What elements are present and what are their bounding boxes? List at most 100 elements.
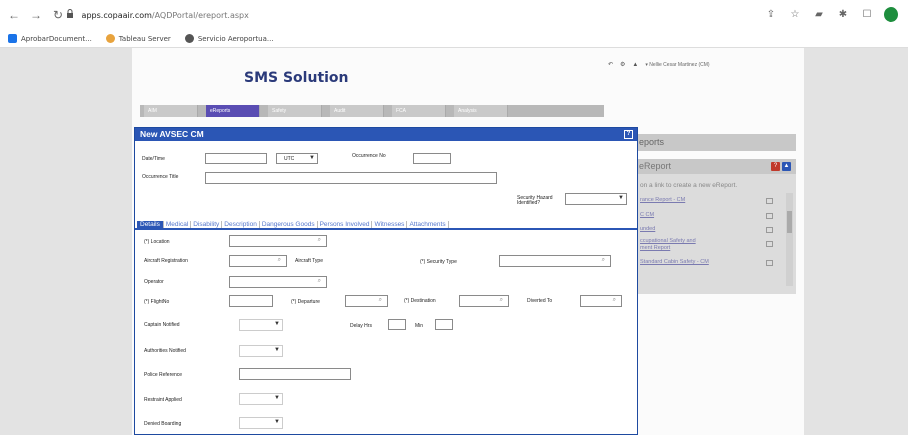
chevron-down-icon: ▼: [274, 419, 280, 425]
tab-ereports[interactable]: eReports: [206, 105, 260, 117]
report-link[interactable]: C CM: [640, 212, 654, 218]
chevron-down-icon: ▼: [274, 395, 280, 401]
undo-icon[interactable]: ↶: [608, 61, 613, 68]
tab-underline: [135, 228, 637, 230]
security-hazard-select[interactable]: ▼: [565, 193, 627, 205]
location-lookup[interactable]: ⌕: [229, 235, 327, 247]
bookmark-aprobar[interactable]: AprobarDocument...: [8, 34, 92, 43]
search-icon[interactable]: ⌕: [379, 297, 382, 304]
open-icon[interactable]: [766, 213, 773, 219]
open-icon[interactable]: [766, 241, 773, 247]
tab-attachments[interactable]: Attachments: [407, 221, 449, 228]
puzzle-icon[interactable]: ✱: [836, 9, 850, 20]
occurrence-title-input[interactable]: [205, 172, 497, 184]
report-link[interactable]: ccupational Safety and: [640, 238, 696, 244]
aircraft-registration-lookup[interactable]: ⌕: [229, 255, 287, 267]
bookmark-favicon-icon: [8, 34, 17, 43]
collapse-icon[interactable]: ▲: [782, 162, 791, 171]
police-reference-input[interactable]: [239, 368, 351, 380]
bell-icon[interactable]: ▲: [632, 62, 638, 68]
search-icon[interactable]: ⌕: [500, 297, 503, 304]
diverted-to-lookup[interactable]: ⌕: [580, 295, 622, 307]
address-bar[interactable]: apps.copaair.com/AQDPortal/ereport.aspx: [66, 9, 249, 20]
tab-medical[interactable]: Medical: [164, 221, 192, 228]
captain-notified-label: Captain Notified: [144, 322, 180, 328]
restraint-applied-select[interactable]: ▼: [239, 393, 283, 405]
departure-lookup[interactable]: ⌕: [345, 295, 388, 307]
security-type-lookup[interactable]: ⌕: [499, 255, 611, 267]
flight-no-input[interactable]: [229, 295, 273, 307]
occurrence-title-label: Occurrence Title: [142, 174, 179, 180]
user-tools: ↶ ⚙ ▲ ▾ Nellie Cesar Martinez (CM): [608, 61, 710, 69]
search-icon[interactable]: ⌕: [318, 237, 321, 244]
tab-safety[interactable]: Safety: [268, 105, 322, 117]
timezone-select[interactable]: UTC ▼: [276, 153, 318, 164]
reports-panel-header: eports: [633, 134, 796, 151]
user-name: Nellie Cesar Martinez (CM): [649, 61, 710, 68]
report-link[interactable]: unded: [640, 226, 655, 232]
scrollbar-thumb[interactable]: [787, 211, 792, 233]
captain-notified-select[interactable]: ▼: [239, 319, 283, 331]
reports-scrollbar[interactable]: [786, 193, 793, 286]
occurrence-no-input[interactable]: [413, 153, 451, 164]
bookmark-servicio[interactable]: Servicio Aeroportua...: [184, 34, 274, 43]
tableau-icon: [105, 34, 115, 43]
restraint-applied-label: Restraint Applied: [144, 397, 182, 403]
user-menu[interactable]: ▾ Nellie Cesar Martinez (CM): [645, 62, 709, 68]
timezone-value: UTC: [284, 156, 295, 162]
report-link[interactable]: ment Report: [640, 245, 670, 251]
tab-persons-involved[interactable]: Persons Involved: [318, 221, 373, 228]
share-icon[interactable]: ⇪: [764, 9, 778, 20]
delay-min-input[interactable]: [435, 319, 453, 330]
date-time-label: Date/Time: [142, 156, 165, 162]
report-link[interactable]: Standard Cabin Safety - CM: [640, 259, 709, 265]
ereport-list: [633, 174, 796, 294]
tab-analysis[interactable]: Analysis: [454, 105, 508, 117]
reload-icon[interactable]: ↻: [50, 7, 66, 23]
bookmarks-bar: AprobarDocument... Tableau Server Servic…: [0, 30, 908, 48]
report-link[interactable]: rance Report - CM: [640, 197, 685, 203]
delay-hrs-input[interactable]: [388, 319, 406, 330]
search-icon[interactable]: ⌕: [602, 257, 605, 264]
app-logo: SMS Solution: [244, 70, 349, 86]
tab-aim[interactable]: AIM: [144, 105, 198, 117]
tab-fca[interactable]: FCA: [392, 105, 446, 117]
operator-lookup[interactable]: ⌕: [229, 276, 327, 288]
flight-no-label: (*) FlightNo: [144, 299, 170, 305]
tab-description[interactable]: Description: [222, 221, 260, 228]
forward-icon[interactable]: →: [28, 7, 44, 23]
search-icon[interactable]: ⌕: [318, 278, 321, 285]
open-icon[interactable]: [766, 227, 773, 233]
back-icon[interactable]: ←: [6, 7, 22, 23]
open-icon[interactable]: [766, 260, 773, 266]
extension-icon[interactable]: ▰: [812, 9, 826, 20]
tab-label: eReports: [210, 108, 231, 114]
tab-disability[interactable]: Disability: [191, 221, 223, 228]
authorities-notified-select[interactable]: ▼: [239, 345, 283, 357]
bookmark-tableau[interactable]: Tableau Server: [105, 34, 171, 43]
security-type-label: (*) Security Type: [420, 259, 457, 265]
profile-avatar[interactable]: [884, 7, 898, 22]
police-reference-label: Police Reference: [144, 372, 183, 378]
destination-lookup[interactable]: ⌕: [459, 295, 509, 307]
star-icon[interactable]: ☆: [788, 9, 802, 20]
help-icon[interactable]: ?: [771, 162, 780, 171]
open-icon[interactable]: [766, 198, 773, 204]
modal-title-bar: New AVSEC CM ?: [135, 128, 637, 141]
delay-hrs-label: Delay Hrs: [350, 323, 372, 329]
tab-witnesses[interactable]: Witnesses: [372, 221, 408, 228]
aircraft-type-label: Aircraft Type: [295, 258, 323, 264]
tab-details[interactable]: Details: [137, 221, 164, 228]
modal-help-button[interactable]: ?: [624, 130, 633, 139]
date-time-input[interactable]: [205, 153, 267, 164]
window-icon[interactable]: ☐: [860, 9, 874, 20]
settings-icon[interactable]: ⚙: [620, 61, 625, 68]
denied-boarding-select[interactable]: ▼: [239, 417, 283, 429]
search-icon[interactable]: ⌕: [278, 257, 281, 264]
tab-dangerous-goods[interactable]: Dangerous Goods: [260, 221, 318, 228]
tab-audit[interactable]: Audit: [330, 105, 384, 117]
chevron-down-icon: ▼: [274, 347, 280, 353]
bookmark-label: Servicio Aeroportua...: [197, 34, 274, 43]
search-icon[interactable]: ⌕: [613, 297, 616, 304]
denied-boarding-label: Denied Boarding: [144, 421, 182, 427]
